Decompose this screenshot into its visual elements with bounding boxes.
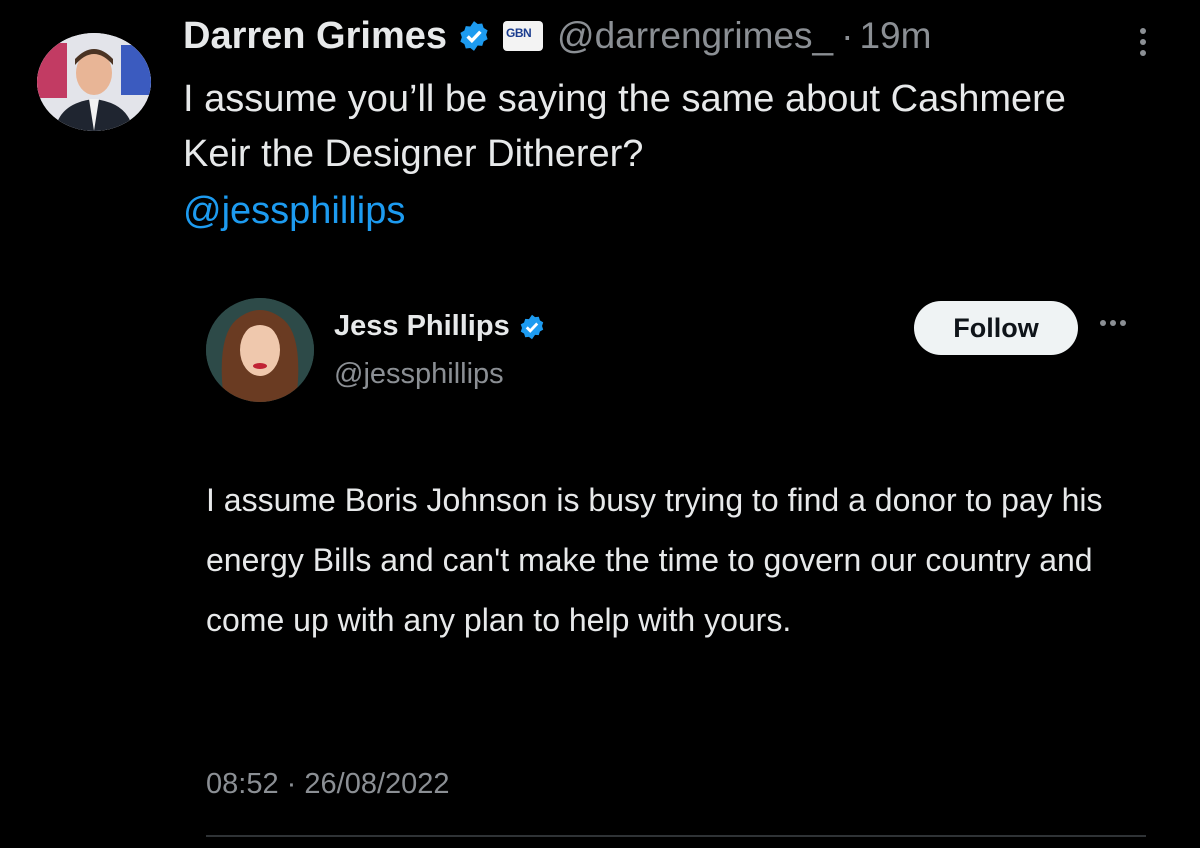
verified-badge-icon (518, 313, 546, 341)
tweet-timestamp[interactable]: 19m (859, 15, 931, 57)
quoted-tweet-text: I assume Boris Johnson is busy trying to… (206, 482, 1103, 638)
separator-dot: · (841, 15, 854, 56)
quoted-author-handle[interactable]: @jessphillips (334, 358, 504, 391)
divider (206, 835, 1146, 837)
quoted-author-avatar[interactable] (206, 298, 314, 402)
verified-badge-icon (457, 19, 491, 53)
tweet-header: Darren Grimes GBN @darrengrimes_ · 19m (183, 10, 931, 62)
quoted-timestamp[interactable]: 08:52 · 26/08/2022 (206, 768, 450, 801)
more-horizontal-icon[interactable] (1100, 320, 1140, 332)
author-name[interactable]: Darren Grimes (183, 15, 447, 58)
quoted-header: Jess Phillips (334, 310, 546, 343)
quoted-date: 26/08/2022 (304, 768, 450, 800)
quoted-time: 08:52 (206, 768, 279, 800)
more-vertical-icon[interactable] (1128, 24, 1158, 64)
separator-dot: · (286, 768, 297, 800)
quoted-author-name[interactable]: Jess Phillips (334, 310, 510, 343)
tweet-mention-link[interactable]: @jessphillips (183, 190, 405, 233)
follow-button[interactable]: Follow (914, 301, 1078, 355)
tweet-text: I assume you’ll be saying the same about… (183, 78, 1066, 175)
affiliation-label: GBN (506, 26, 532, 40)
author-handle[interactable]: @darrengrimes_ (557, 15, 833, 57)
affiliation-badge[interactable]: GBN (503, 21, 544, 51)
author-avatar[interactable] (37, 33, 151, 131)
